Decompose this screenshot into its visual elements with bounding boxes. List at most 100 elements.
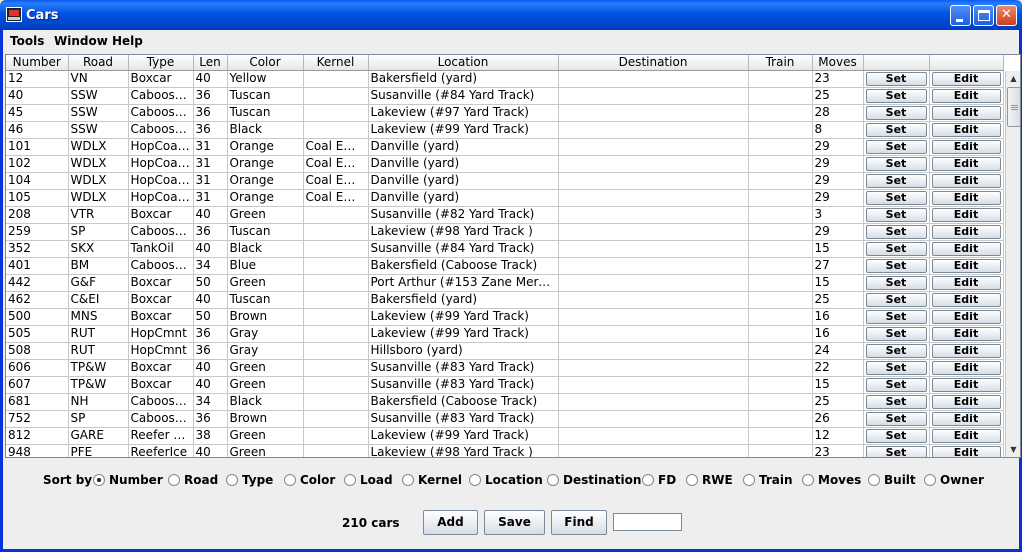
set-button[interactable]: Set xyxy=(865,173,927,188)
edit-button[interactable]: Edit xyxy=(931,88,1001,103)
column-header[interactable]: Road xyxy=(68,55,129,71)
edit-button[interactable]: Edit xyxy=(931,309,1001,324)
menu-help[interactable]: Help xyxy=(112,34,143,48)
set-button[interactable]: Set xyxy=(865,258,927,273)
table-row[interactable]: 462 C&EI Boxcar 40 Tuscan Bakersfield (yard) 2… xyxy=(6,291,1004,309)
find-input[interactable] xyxy=(613,513,682,531)
edit-button[interactable]: Edit xyxy=(931,258,1001,273)
column-header[interactable]: Train xyxy=(748,55,813,71)
set-button[interactable]: Set xyxy=(865,292,927,307)
set-button[interactable]: Set xyxy=(865,156,927,171)
scroll-thumb[interactable] xyxy=(1007,87,1020,127)
table-row[interactable]: 12 VN Boxcar 40 Yellow Bakersfield (yard) 23 Se… xyxy=(6,70,1004,88)
set-button[interactable]: Set xyxy=(865,139,927,154)
column-header[interactable]: Destination xyxy=(558,55,749,71)
table-row[interactable]: 948 PFE ReeferIce 40 Green Lakeview (#98 Yard… xyxy=(6,444,1004,457)
column-header[interactable] xyxy=(929,55,1004,71)
set-button[interactable]: Set xyxy=(865,309,927,324)
edit-button[interactable]: Edit xyxy=(931,207,1001,222)
radio-button-icon[interactable] xyxy=(547,474,559,486)
edit-button[interactable]: Edit xyxy=(931,343,1001,358)
close-button[interactable]: ✕ xyxy=(996,5,1017,26)
radio-button-icon[interactable] xyxy=(168,474,180,486)
radio-button-icon[interactable] xyxy=(686,474,698,486)
radio-button-icon[interactable] xyxy=(469,474,481,486)
table-row[interactable]: 105 WDLX HopCoal-E 31 Orange Coal Em... Danvil… xyxy=(6,189,1004,207)
radio-button-icon[interactable] xyxy=(344,474,356,486)
set-button[interactable]: Set xyxy=(865,207,927,222)
table-row[interactable]: 607 TP&W Boxcar 40 Green Susanville (#83 Yard… xyxy=(6,376,1004,394)
table-row[interactable]: 752 SP Caboose... 36 Brown Susanville (#83 Ya… xyxy=(6,410,1004,428)
radio-button-icon[interactable] xyxy=(743,474,755,486)
column-header[interactable]: Kernel xyxy=(303,55,369,71)
table-row[interactable]: 208 VTR Boxcar 40 Green Susanville (#82 Yard … xyxy=(6,206,1004,224)
radio-button-icon[interactable] xyxy=(402,474,414,486)
maximize-button[interactable] xyxy=(973,5,994,26)
add-button[interactable]: Add xyxy=(423,510,478,535)
table-row[interactable]: 606 TP&W Boxcar 40 Green Susanville (#83 Yard… xyxy=(6,359,1004,377)
edit-button[interactable]: Edit xyxy=(931,428,1001,443)
edit-button[interactable]: Edit xyxy=(931,394,1001,409)
set-button[interactable]: Set xyxy=(865,377,927,392)
radio-button-icon[interactable] xyxy=(93,474,105,486)
table-row[interactable]: 505 RUT HopCmnt 36 Gray Lakeview (#99 Yard Tr… xyxy=(6,325,1004,343)
set-button[interactable]: Set xyxy=(865,275,927,290)
radio-button-icon[interactable] xyxy=(924,474,936,486)
table-row[interactable]: 40 SSW Caboose... 36 Tuscan Susanville (#84 Y… xyxy=(6,87,1004,105)
table-row[interactable]: 46 SSW Caboose... 36 Black Lakeview (#99 Yard… xyxy=(6,121,1004,139)
table-row[interactable]: 104 WDLX HopCoal-E 31 Orange Coal Em... Danvil… xyxy=(6,172,1004,190)
column-header[interactable]: Type xyxy=(128,55,194,71)
table-row[interactable]: 508 RUT HopCmnt 36 Gray Hillsboro (yard) 24 Set… xyxy=(6,342,1004,360)
radio-button-icon[interactable] xyxy=(868,474,880,486)
radio-button-icon[interactable] xyxy=(226,474,238,486)
set-button[interactable]: Set xyxy=(865,326,927,341)
column-header[interactable]: Location xyxy=(368,55,559,71)
set-button[interactable]: Set xyxy=(865,360,927,375)
edit-button[interactable]: Edit xyxy=(931,156,1001,171)
table-row[interactable]: 102 WDLX HopCoal-E 31 Orange Coal Em... Danvil… xyxy=(6,155,1004,173)
column-header[interactable]: Moves xyxy=(812,55,864,71)
set-button[interactable]: Set xyxy=(865,105,927,120)
table-row[interactable]: 45 SSW Caboose... 36 Tuscan Lakeview (#97 Yar… xyxy=(6,104,1004,122)
find-button[interactable]: Find xyxy=(551,510,607,535)
table-row[interactable]: 500 MNS Boxcar 50 Brown Lakeview (#99 Yard Tr… xyxy=(6,308,1004,326)
edit-button[interactable]: Edit xyxy=(931,105,1001,120)
save-button[interactable]: Save xyxy=(484,510,545,535)
set-button[interactable]: Set xyxy=(865,71,927,86)
edit-button[interactable]: Edit xyxy=(931,173,1001,188)
menu-tools[interactable]: Tools xyxy=(10,34,44,48)
edit-button[interactable]: Edit xyxy=(931,71,1001,86)
table-row[interactable]: 812 GARE Reefer Milk 38 Green Lakeview (#99 Y… xyxy=(6,427,1004,445)
table-row[interactable]: 681 NH Caboose... 34 Black Bakersfield (Caboo… xyxy=(6,393,1004,411)
column-header[interactable]: Number xyxy=(6,55,69,71)
edit-button[interactable]: Edit xyxy=(931,292,1001,307)
table-row[interactable]: 101 WDLX HopCoal-E 31 Orange Coal Em... Danvil… xyxy=(6,138,1004,156)
set-button[interactable]: Set xyxy=(865,394,927,409)
table-row[interactable]: 401 BM Caboose... 34 Blue Bakersfield (Caboos… xyxy=(6,257,1004,275)
edit-button[interactable]: Edit xyxy=(931,445,1001,457)
radio-button-icon[interactable] xyxy=(642,474,654,486)
set-button[interactable]: Set xyxy=(865,224,927,239)
edit-button[interactable]: Edit xyxy=(931,326,1001,341)
column-header[interactable]: Len xyxy=(193,55,228,71)
edit-button[interactable]: Edit xyxy=(931,411,1001,426)
scroll-up-arrow-icon[interactable]: ▲ xyxy=(1006,71,1020,86)
set-button[interactable]: Set xyxy=(865,343,927,358)
radio-button-icon[interactable] xyxy=(802,474,814,486)
minimize-button[interactable] xyxy=(950,5,971,26)
table-row[interactable]: 259 SP Caboose... 36 Tuscan Lakeview (#98 Yar… xyxy=(6,223,1004,241)
edit-button[interactable]: Edit xyxy=(931,241,1001,256)
edit-button[interactable]: Edit xyxy=(931,139,1001,154)
menu-window[interactable]: Window xyxy=(54,34,108,48)
edit-button[interactable]: Edit xyxy=(931,122,1001,137)
set-button[interactable]: Set xyxy=(865,241,927,256)
edit-button[interactable]: Edit xyxy=(931,377,1001,392)
table-row[interactable]: 442 G&F Boxcar 50 Green Port Arthur (#153 Zan… xyxy=(6,274,1004,292)
set-button[interactable]: Set xyxy=(865,88,927,103)
set-button[interactable]: Set xyxy=(865,411,927,426)
column-header[interactable] xyxy=(863,55,930,71)
edit-button[interactable]: Edit xyxy=(931,275,1001,290)
edit-button[interactable]: Edit xyxy=(931,190,1001,205)
vertical-scrollbar[interactable]: ▲ ▼ xyxy=(1005,71,1020,457)
column-header[interactable]: Color xyxy=(227,55,304,71)
